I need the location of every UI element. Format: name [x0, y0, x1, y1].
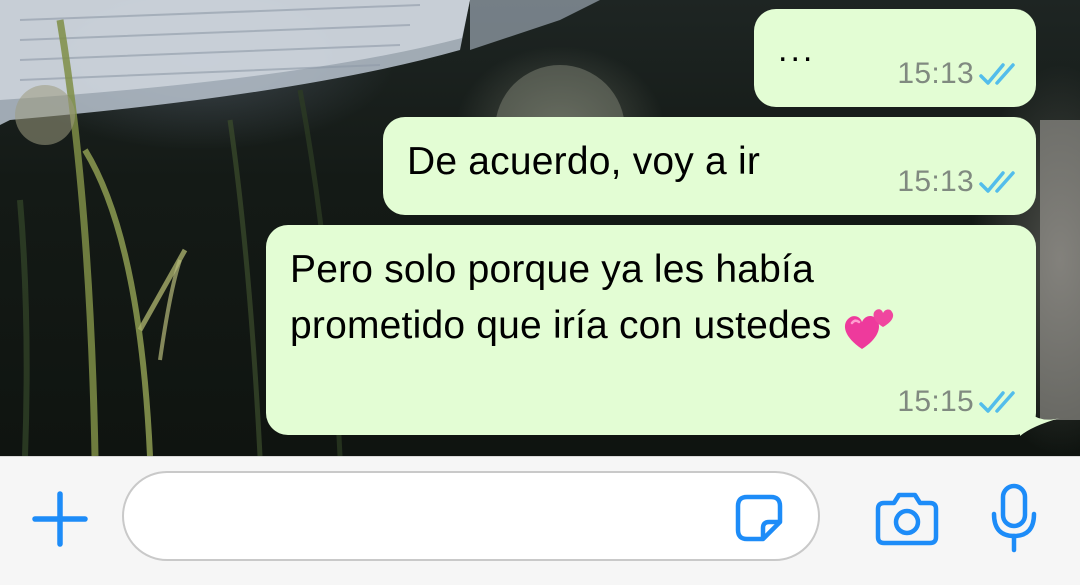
message-meta: 15:13	[897, 165, 1024, 199]
message-input-container[interactable]	[122, 471, 820, 561]
message-bubble[interactable]: Pero solo porque ya les había prometido …	[266, 225, 1036, 435]
message-bubble[interactable]: De acuerdo, voy a ir 15:13	[383, 117, 1036, 215]
message-text-line-2: prometido que iría con ustedes	[290, 299, 896, 353]
message-meta: 15:13	[897, 57, 1024, 91]
camera-button[interactable]	[872, 485, 942, 551]
plus-icon	[32, 491, 88, 547]
read-receipt-icon	[979, 171, 1015, 193]
read-receipt-icon	[979, 391, 1015, 413]
message-text: De acuerdo, voy a ir	[407, 140, 761, 183]
message-meta: 15:15	[897, 385, 1024, 419]
sticker-icon	[735, 494, 783, 542]
chat-screen: ... 15:13 De acuerdo, voy a ir 15:13 Per…	[0, 0, 1080, 585]
microphone-icon	[991, 483, 1037, 553]
voice-message-button[interactable]	[982, 481, 1046, 555]
message-text: ...	[778, 31, 816, 69]
read-receipt-icon	[979, 63, 1015, 85]
message-time: 15:13	[897, 165, 974, 198]
message-time: 15:15	[897, 385, 974, 418]
message-bubble[interactable]: ... 15:13	[754, 9, 1036, 107]
message-input[interactable]	[154, 491, 718, 543]
sticker-button[interactable]	[732, 491, 786, 545]
message-text-line-1: Pero solo porque ya les había	[290, 248, 814, 291]
message-composer	[0, 456, 1080, 585]
message-text-line-2-content: prometido que iría con ustedes	[290, 304, 832, 347]
attach-button[interactable]	[28, 487, 92, 551]
message-time: 15:13	[897, 57, 974, 90]
camera-icon	[875, 492, 939, 546]
two-hearts-emoji	[844, 309, 893, 349]
